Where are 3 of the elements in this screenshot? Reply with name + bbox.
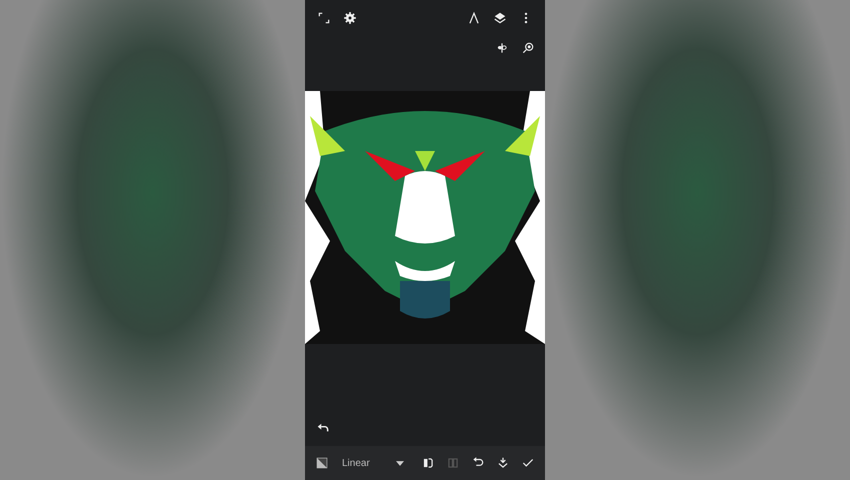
caret-icon [396, 460, 404, 466]
mode-dropdown[interactable]: Linear [338, 458, 408, 468]
gradient-icon[interactable] [315, 456, 329, 470]
